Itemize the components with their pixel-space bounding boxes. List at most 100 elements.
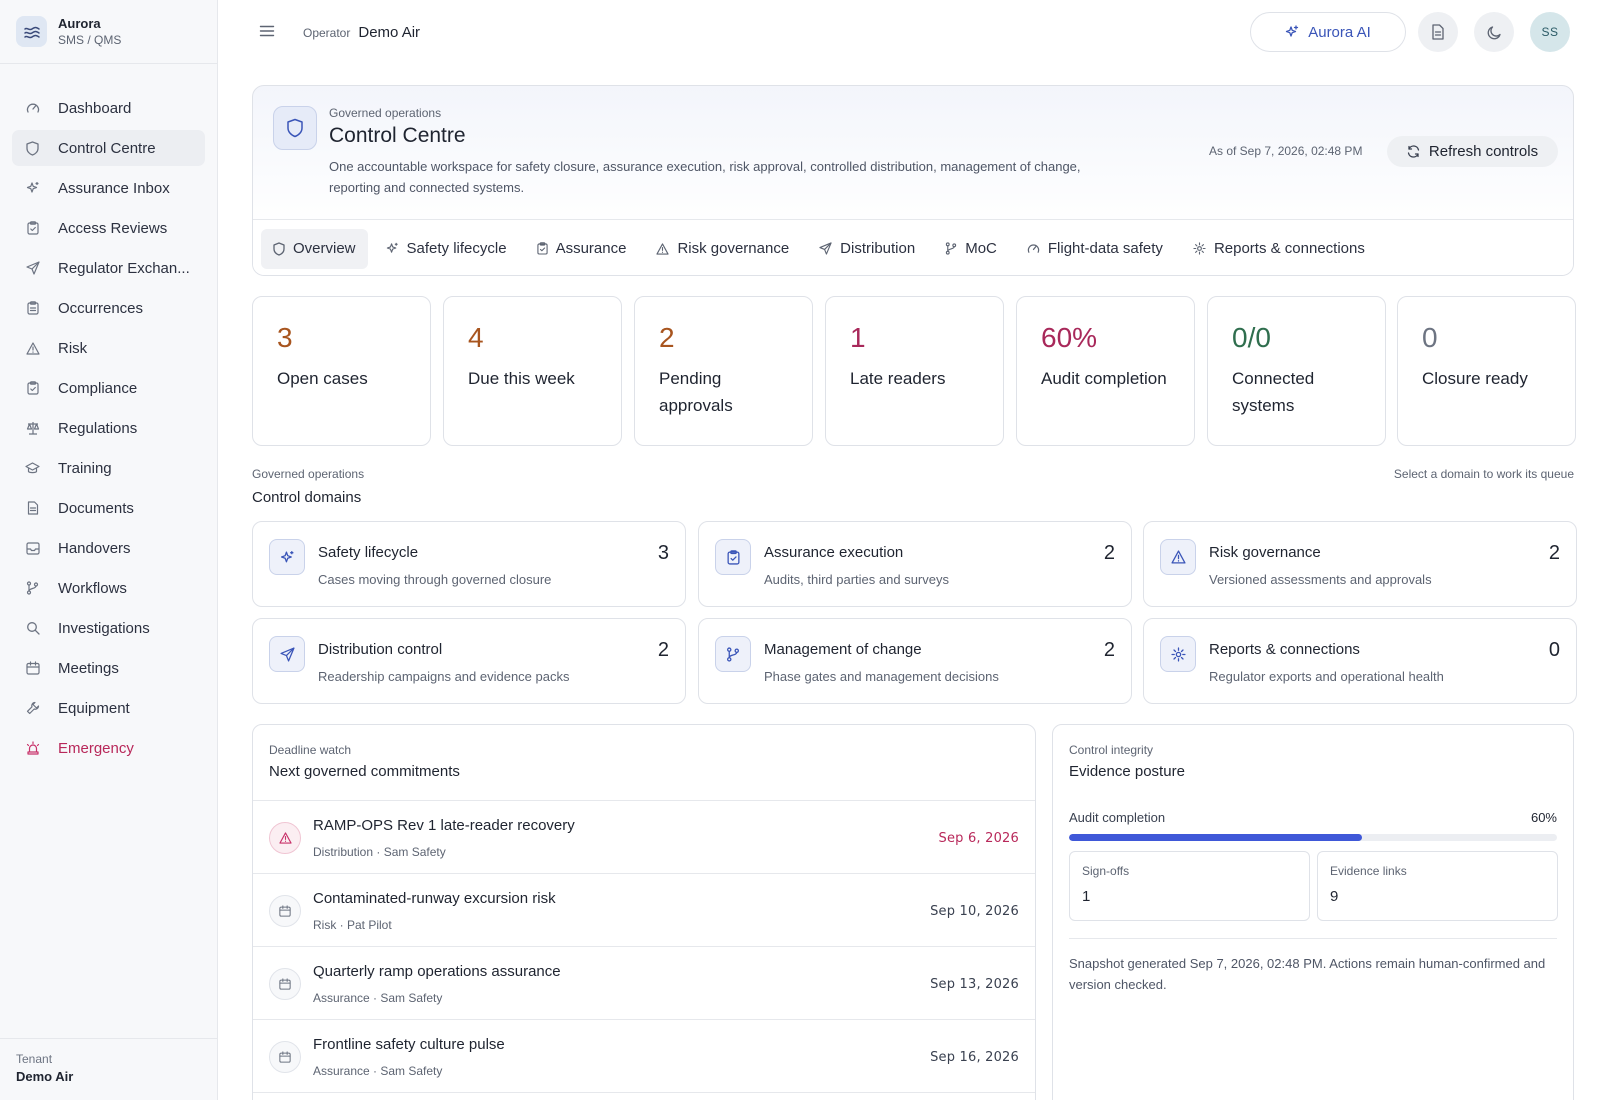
kpi-label: Open cases bbox=[277, 369, 368, 388]
list-item[interactable]: RAMP-OPS Rev 1 late-reader recovery Dist… bbox=[253, 801, 1035, 874]
sidebar-item-handovers[interactable]: Handovers bbox=[12, 530, 205, 566]
kpi-value: 0/0 bbox=[1232, 322, 1271, 353]
sidebar-item-investigations[interactable]: Investigations bbox=[12, 610, 205, 646]
list-item[interactable]: Frontline safety culture pulse Assurance… bbox=[253, 1020, 1035, 1093]
sidebar-item-occurrences[interactable]: Occurrences bbox=[12, 290, 205, 326]
deadline-kicker: Deadline watch bbox=[269, 743, 352, 757]
tab-flight-data-safety[interactable]: Flight-data safety bbox=[1015, 229, 1175, 269]
sidebar-item-regulations[interactable]: Regulations bbox=[12, 410, 205, 446]
signoffs-label: Sign-offs bbox=[1082, 864, 1130, 878]
domain-count: 2 bbox=[1548, 542, 1560, 564]
warning-icon bbox=[269, 822, 301, 854]
domain-title: Management of change bbox=[764, 641, 922, 658]
operator-selector[interactable]: Operator Demo Air bbox=[303, 24, 420, 41]
brand[interactable]: Aurora SMS / QMS bbox=[0, 0, 217, 64]
clipboard-check-icon bbox=[25, 221, 40, 236]
domain-card-distribution-control[interactable]: Distribution control Readership campaign… bbox=[252, 618, 686, 704]
sidebar-item-label: Regulator Exchan... bbox=[58, 259, 190, 277]
tab-moc[interactable]: MoC bbox=[933, 229, 1009, 269]
kpi-label: Pending approvals bbox=[659, 369, 733, 415]
tenant-info[interactable]: Tenant Demo Air bbox=[0, 1038, 217, 1100]
aurora-ai-button[interactable]: Aurora AI bbox=[1250, 12, 1406, 52]
inbox-icon bbox=[25, 541, 40, 556]
tab-safety-lifecycle[interactable]: Safety lifecycle bbox=[374, 229, 519, 269]
sidebar-item-compliance[interactable]: Compliance bbox=[12, 370, 205, 406]
sidebar-item-label: Documents bbox=[58, 499, 134, 517]
brand-subtitle: SMS / QMS bbox=[58, 32, 122, 47]
sidebar-item-risk[interactable]: Risk bbox=[12, 330, 205, 366]
document-icon bbox=[25, 501, 40, 516]
tab-bar: Overview Safety lifecycle Assurance Risk… bbox=[253, 219, 1573, 275]
tab-overview[interactable]: Overview bbox=[261, 228, 368, 269]
tab-risk-governance[interactable]: Risk governance bbox=[644, 229, 801, 269]
sidebar-item-label: Risk bbox=[58, 339, 88, 357]
sidebar-item-regulator-exchange[interactable]: Regulator Exchan... bbox=[12, 250, 205, 286]
tab-distribution[interactable]: Distribution bbox=[807, 229, 927, 269]
kpi-pending-approvals[interactable]: 2 Pending approvals bbox=[634, 296, 813, 446]
tenant-name: Demo Air bbox=[16, 1069, 74, 1084]
kpi-late-readers[interactable]: 1 Late readers bbox=[825, 296, 1004, 446]
sidebar-nav: Dashboard Control Centre Assurance Inbox… bbox=[0, 64, 217, 766]
tab-label: Overview bbox=[293, 240, 356, 257]
tab-label: Assurance bbox=[555, 240, 627, 257]
scale-icon bbox=[25, 421, 40, 436]
sidebar-item-label: Dashboard bbox=[58, 99, 132, 117]
domain-title: Safety lifecycle bbox=[318, 544, 419, 561]
kpi-connected-systems[interactable]: 0/0 Connected systems bbox=[1207, 296, 1386, 446]
shield-icon bbox=[273, 241, 285, 256]
domain-card-risk-governance[interactable]: Risk governance Versioned assessments an… bbox=[1143, 521, 1577, 607]
refresh-controls-button[interactable]: Refresh controls bbox=[1387, 136, 1558, 167]
menu-icon[interactable] bbox=[258, 22, 276, 40]
audit-completion-label: Audit completion bbox=[1069, 810, 1166, 825]
sidebar-item-documents[interactable]: Documents bbox=[12, 490, 205, 526]
list-item[interactable]: Contaminated-runway excursion risk Risk … bbox=[253, 874, 1035, 947]
domain-card-management-of-change[interactable]: Management of change Phase gates and man… bbox=[698, 618, 1132, 704]
domain-card-assurance-execution[interactable]: Assurance execution Audits, third partie… bbox=[698, 521, 1132, 607]
sidebar-item-workflows[interactable]: Workflows bbox=[12, 570, 205, 606]
tab-reports-connections[interactable]: Reports & connections bbox=[1181, 229, 1377, 269]
deadline-item-meta: Risk · Pat Pilot bbox=[313, 918, 392, 932]
sidebar-item-label: Workflows bbox=[58, 579, 127, 597]
kpi-label: Due this week bbox=[468, 369, 575, 388]
sidebar-item-dashboard[interactable]: Dashboard bbox=[12, 90, 205, 126]
clipboard-check-icon bbox=[25, 381, 40, 396]
deadline-item-title: Frontline safety culture pulse bbox=[313, 1036, 505, 1053]
domain-count: 2 bbox=[657, 639, 669, 661]
sidebar-item-assurance-inbox[interactable]: Assurance Inbox bbox=[12, 170, 205, 206]
kpi-open-cases[interactable]: 3 Open cases bbox=[252, 296, 431, 446]
kpi-closure-ready[interactable]: 0 Closure ready bbox=[1397, 296, 1576, 446]
sidebar-item-control-centre[interactable]: Control Centre bbox=[12, 130, 205, 166]
kpi-label: Late readers bbox=[850, 369, 946, 388]
kpi-audit-completion[interactable]: 60% Audit completion bbox=[1016, 296, 1195, 446]
deadline-watch-card: Deadline watch Next governed commitments… bbox=[252, 724, 1036, 1100]
kpi-label: Connected systems bbox=[1232, 369, 1315, 415]
domain-card-safety-lifecycle[interactable]: Safety lifecycle Cases moving through go… bbox=[252, 521, 686, 607]
deadline-item-title: Quarterly ramp operations assurance bbox=[313, 963, 561, 980]
sidebar-item-training[interactable]: Training bbox=[12, 450, 205, 486]
document-button[interactable] bbox=[1418, 12, 1458, 52]
domain-subtitle: Versioned assessments and approvals bbox=[1209, 572, 1432, 587]
sidebar-item-label: Compliance bbox=[58, 379, 138, 397]
sidebar-item-equipment[interactable]: Equipment bbox=[12, 690, 205, 726]
tab-assurance[interactable]: Assurance bbox=[525, 229, 639, 269]
domain-count: 2 bbox=[1103, 639, 1115, 661]
sidebar-item-label: Control Centre bbox=[58, 139, 156, 157]
evidence-links-label: Evidence links bbox=[1330, 864, 1407, 878]
kpi-label: Audit completion bbox=[1041, 369, 1167, 388]
clipboard-check-icon bbox=[715, 539, 751, 575]
dark-mode-toggle[interactable] bbox=[1474, 12, 1514, 52]
domain-subtitle: Phase gates and management decisions bbox=[764, 669, 999, 684]
avatar[interactable]: SS bbox=[1530, 12, 1570, 52]
domain-title: Reports & connections bbox=[1209, 641, 1360, 658]
tenant-label: Tenant bbox=[16, 1052, 53, 1066]
branch-icon bbox=[715, 636, 751, 672]
sidebar-item-emergency[interactable]: Emergency bbox=[12, 730, 205, 766]
divider bbox=[1069, 938, 1557, 939]
kpi-due-this-week[interactable]: 4 Due this week bbox=[443, 296, 622, 446]
kpi-value: 2 bbox=[659, 322, 675, 353]
domain-card-reports-connections[interactable]: Reports & connections Regulator exports … bbox=[1143, 618, 1577, 704]
list-item[interactable]: Quarterly ramp operations assurance Assu… bbox=[253, 947, 1035, 1020]
sidebar-item-meetings[interactable]: Meetings bbox=[12, 650, 205, 686]
sidebar-item-access-reviews[interactable]: Access Reviews bbox=[12, 210, 205, 246]
calendar-icon bbox=[25, 661, 40, 676]
